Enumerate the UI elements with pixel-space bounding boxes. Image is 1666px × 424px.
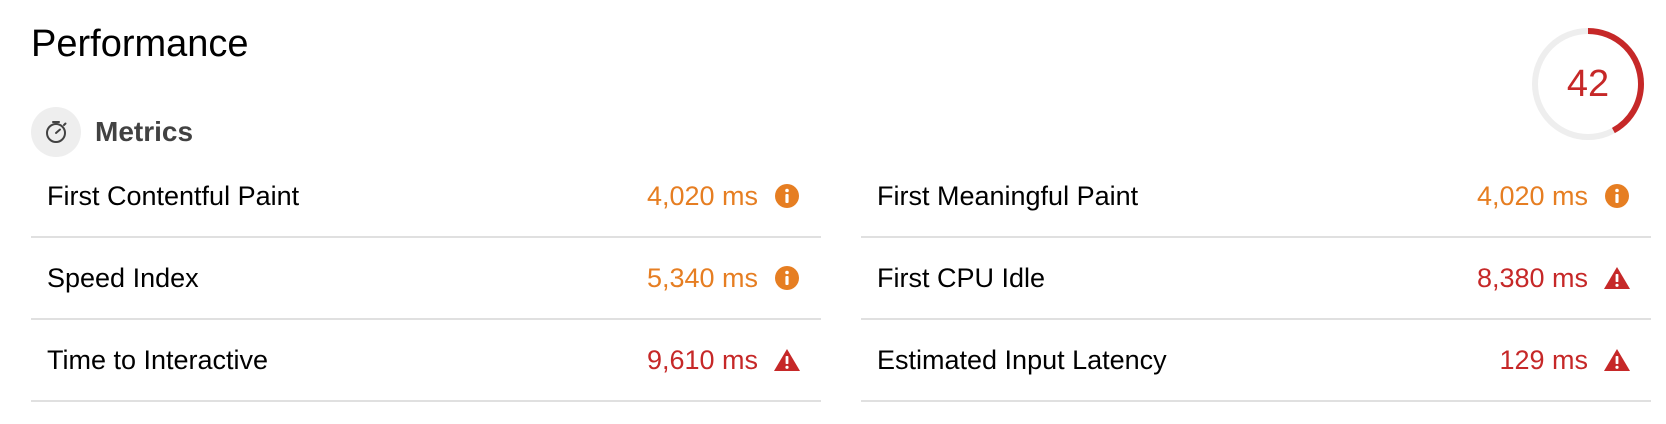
info-icon bbox=[772, 263, 802, 293]
metric-value: 4,020 ms bbox=[646, 180, 758, 211]
metric-row-first-cpu-idle[interactable]: First CPU Idle 8,380 ms bbox=[861, 238, 1651, 320]
section-title: Metrics bbox=[95, 116, 194, 147]
metric-label: Time to Interactive bbox=[47, 344, 269, 375]
metric-value: 4,020 ms bbox=[1476, 180, 1588, 211]
metrics-section-header: Metrics bbox=[31, 107, 193, 157]
warning-icon bbox=[1602, 263, 1632, 293]
metric-row-estimated-input-latency[interactable]: Estimated Input Latency 129 ms bbox=[861, 320, 1651, 402]
info-icon bbox=[772, 181, 802, 211]
metric-label: First Contentful Paint bbox=[47, 180, 300, 211]
metric-value: 9,610 ms bbox=[646, 344, 758, 375]
warning-icon bbox=[772, 345, 802, 375]
metrics-column-right: First Meaningful Paint 4,020 ms First CP… bbox=[861, 156, 1651, 402]
info-icon bbox=[1602, 181, 1632, 211]
metric-row-first-contentful-paint[interactable]: First Contentful Paint 4,020 ms bbox=[31, 156, 821, 238]
metric-label: First Meaningful Paint bbox=[877, 180, 1139, 211]
metric-value: 5,340 ms bbox=[646, 262, 758, 293]
page-title: Performance bbox=[31, 23, 249, 65]
metric-value: 8,380 ms bbox=[1476, 262, 1588, 293]
warning-icon bbox=[1602, 345, 1632, 375]
metric-label: First CPU Idle bbox=[877, 262, 1046, 293]
metric-label: Speed Index bbox=[47, 262, 199, 293]
metric-row-time-to-interactive[interactable]: Time to Interactive 9,610 ms bbox=[31, 320, 821, 402]
metric-row-speed-index[interactable]: Speed Index 5,340 ms bbox=[31, 238, 821, 320]
performance-score-gauge[interactable]: 42 bbox=[1528, 24, 1648, 144]
stopwatch-icon bbox=[31, 107, 81, 157]
metric-value: 129 ms bbox=[1499, 344, 1588, 375]
metrics-column-left: First Contentful Paint 4,020 ms Speed In… bbox=[31, 156, 821, 402]
metric-label: Estimated Input Latency bbox=[877, 344, 1167, 375]
metric-row-first-meaningful-paint[interactable]: First Meaningful Paint 4,020 ms bbox=[861, 156, 1651, 238]
score-value: 42 bbox=[1566, 63, 1610, 105]
